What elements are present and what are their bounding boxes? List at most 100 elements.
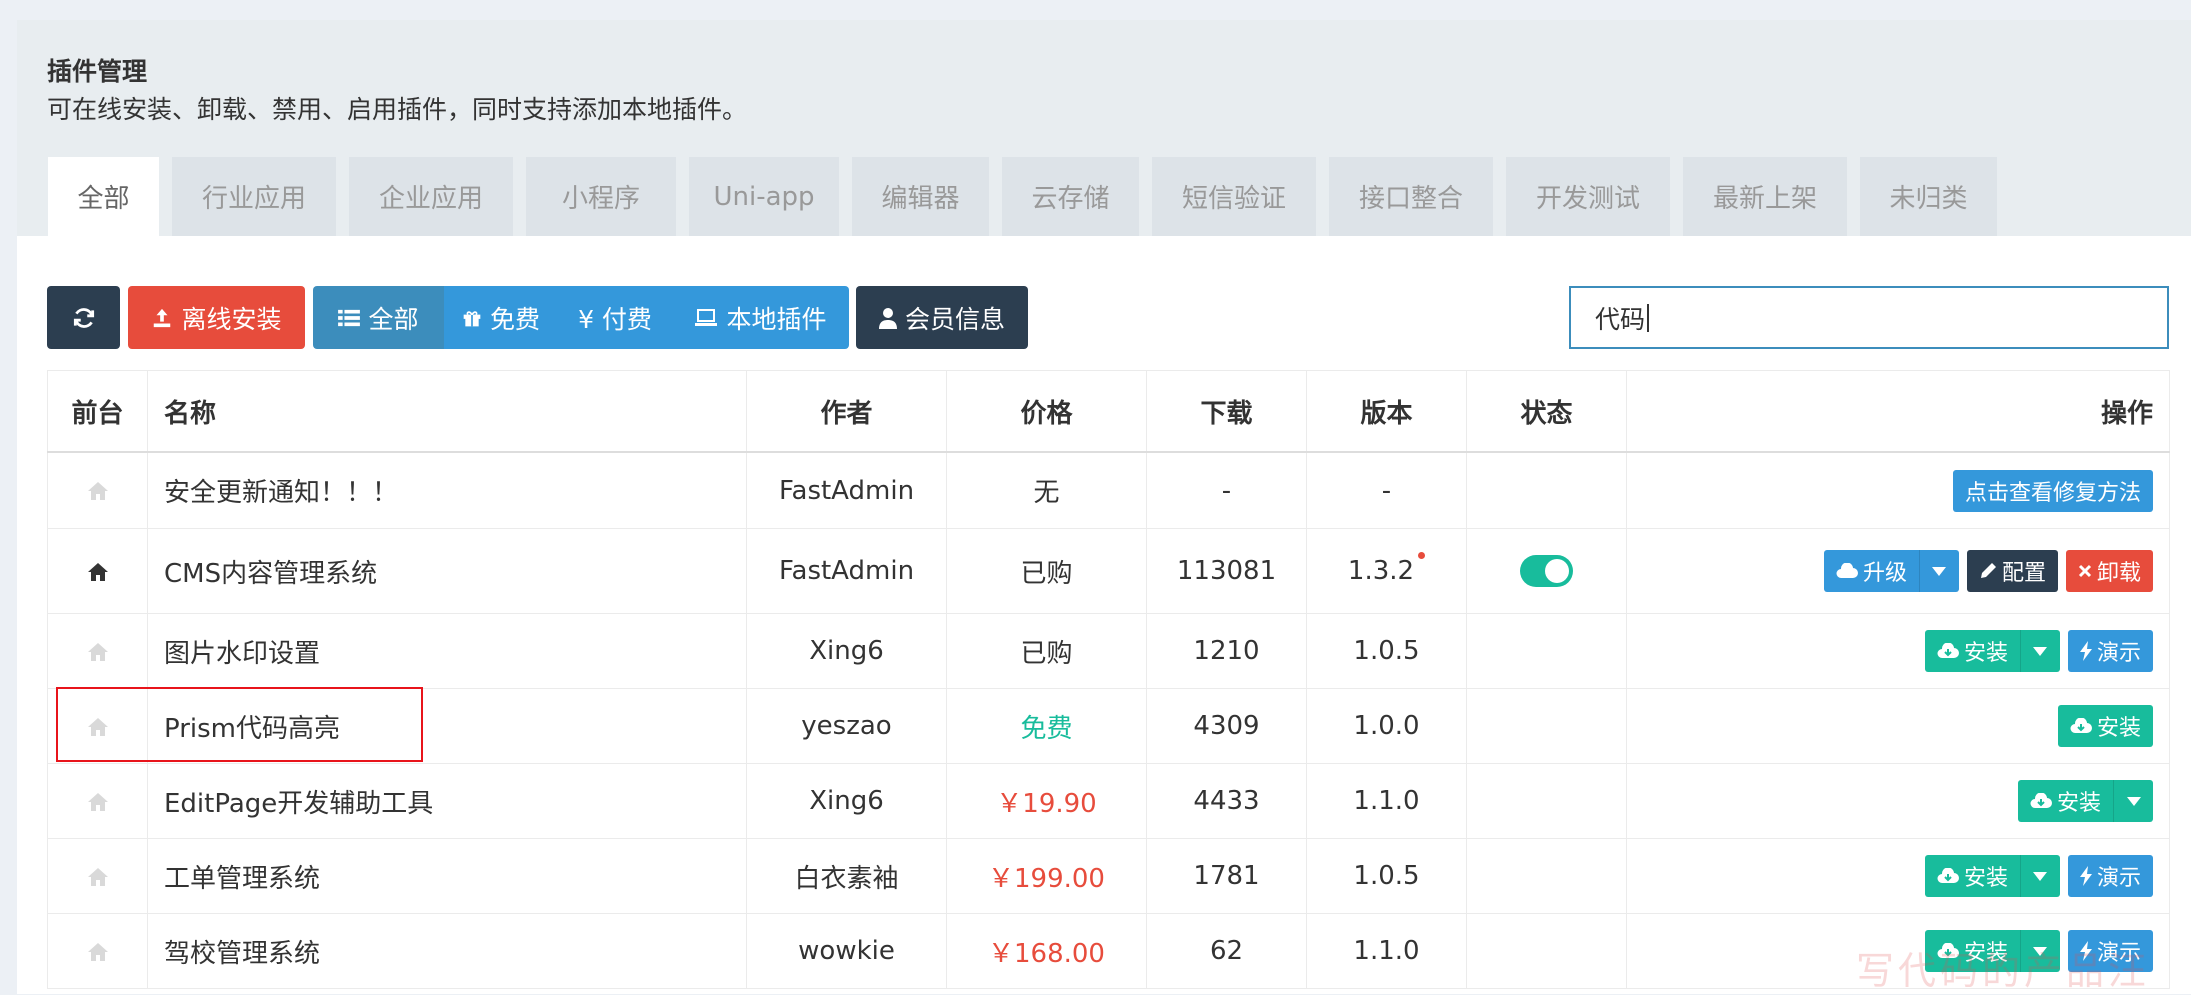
plugin-version: 1.3.2 (1347, 556, 1415, 586)
filter-all-button[interactable]: 全部 (313, 286, 444, 349)
tab-industry[interactable]: 行业应用 (172, 157, 336, 236)
col-header-frontend[interactable]: 前台 (47, 370, 148, 453)
tab-cloud-storage[interactable]: 云存储 (1002, 157, 1139, 236)
filter-free-button[interactable]: 免费 (444, 286, 558, 349)
toolbar: 离线安装 全部 免费 ¥ 付费 本地插件 会员信息 (47, 286, 1028, 349)
upgrade-split-button: 升级 (1823, 550, 1959, 592)
plugin-name[interactable]: 工单管理系统 (147, 838, 747, 914)
col-header-downloads[interactable]: 下载 (1146, 370, 1307, 453)
install-label: 安装 (1963, 641, 2008, 666)
plugin-author[interactable]: FastAdmin (746, 528, 947, 614)
plugin-author[interactable]: 白衣素袖 (746, 838, 947, 914)
tab-mini-program[interactable]: 小程序 (526, 157, 676, 236)
cloud-download-icon (1937, 643, 1959, 658)
plugin-status (1466, 688, 1627, 764)
plugin-price: ￥199.00 (946, 838, 1147, 914)
install-dropdown-toggle[interactable] (2019, 855, 2060, 897)
tab-uncategorized[interactable]: 未归类 (1860, 157, 1997, 236)
tab-all[interactable]: 全部 (48, 157, 159, 236)
plugin-author[interactable]: yeszao (746, 688, 947, 764)
demo-button[interactable]: 演示 (2067, 630, 2153, 672)
plugin-price: 已购 (946, 528, 1147, 614)
plugin-author[interactable]: Xing6 (746, 613, 947, 689)
home-icon[interactable] (87, 792, 109, 812)
col-header-author[interactable]: 作者 (746, 370, 947, 453)
plugin-downloads: - (1146, 451, 1307, 529)
table-row: 图片水印设置 Xing6 已购 1210 1.0.5 安装 演示 (47, 613, 2170, 689)
offline-install-label: 离线安装 (181, 304, 282, 334)
home-icon[interactable] (87, 942, 109, 962)
plugin-name[interactable]: 图片水印设置 (147, 613, 747, 689)
plugin-name[interactable]: 安全更新通知！！！ (147, 451, 747, 529)
col-header-status[interactable]: 状态 (1466, 370, 1627, 453)
install-button[interactable]: 安装 (2057, 705, 2153, 747)
plugin-status (1466, 528, 1627, 614)
laptop-icon (695, 308, 718, 326)
plugin-author[interactable]: wowkie (746, 913, 947, 989)
plugin-author[interactable]: Xing6 (746, 763, 947, 839)
plugin-downloads: 4309 (1146, 688, 1307, 764)
upgrade-button[interactable]: 升级 (1823, 550, 1919, 592)
plugin-version: 1.0.0 (1306, 688, 1467, 764)
plugin-name[interactable]: 驾校管理系统 (147, 913, 747, 989)
page-title: 插件管理 (47, 57, 148, 86)
plugin-status (1466, 613, 1627, 689)
tab-dev-test[interactable]: 开发测试 (1506, 157, 1670, 236)
config-button[interactable]: 配置 (1966, 550, 2058, 592)
uninstall-button[interactable]: 卸载 (2065, 550, 2153, 592)
filter-local-button[interactable]: 本地插件 (672, 286, 849, 349)
home-icon[interactable] (87, 481, 109, 501)
frontend-cell (47, 528, 148, 614)
caret-down-icon (1932, 566, 1947, 576)
refresh-button[interactable] (47, 286, 120, 349)
demo-button[interactable]: 演示 (2067, 855, 2153, 897)
frontend-cell (47, 913, 148, 989)
frontend-cell (47, 838, 148, 914)
tab-uni-app[interactable]: Uni-app (689, 157, 839, 236)
search-input[interactable]: 代码 (1569, 286, 2169, 349)
category-tabs: 全部 行业应用 企业应用 小程序 Uni-app 编辑器 云存储 短信验证 接口… (48, 157, 2010, 236)
install-button[interactable]: 安装 (2017, 780, 2113, 822)
tab-newest[interactable]: 最新上架 (1683, 157, 1847, 236)
install-dropdown-toggle[interactable] (2019, 630, 2060, 672)
tab-api[interactable]: 接口整合 (1329, 157, 1493, 236)
uninstall-label: 卸载 (2096, 561, 2141, 586)
plugin-price: ￥19.90 (946, 763, 1147, 839)
tab-enterprise[interactable]: 企业应用 (349, 157, 513, 236)
col-header-name[interactable]: 名称 (147, 370, 747, 453)
config-label: 配置 (2001, 561, 2046, 586)
col-header-version[interactable]: 版本 (1306, 370, 1467, 453)
view-fix-button[interactable]: 点击查看修复方法 (1952, 469, 2153, 512)
filter-paid-button[interactable]: ¥ 付费 (558, 286, 672, 349)
plugin-downloads: 62 (1146, 913, 1307, 989)
home-icon[interactable] (87, 867, 109, 887)
member-info-button[interactable]: 会员信息 (856, 286, 1028, 349)
plugin-author[interactable]: FastAdmin (746, 451, 947, 529)
actions-cell: 点击查看修复方法 (1626, 451, 2170, 529)
tab-editor[interactable]: 编辑器 (852, 157, 989, 236)
panel-heading: 插件管理 可在线安装、卸载、禁用、启用插件，同时支持添加本地插件。 全部 行业应… (17, 20, 2191, 236)
caret-down-icon (2033, 646, 2048, 656)
frontend-cell (47, 763, 148, 839)
col-header-actions[interactable]: 操作 (1626, 370, 2170, 453)
install-button[interactable]: 安装 (1924, 630, 2020, 672)
plugin-version: 1.1.0 (1306, 763, 1467, 839)
actions-cell: 安装 演示 (1626, 613, 2170, 689)
upgrade-dropdown-toggle[interactable] (1918, 550, 1959, 592)
plugin-name[interactable]: CMS内容管理系统 (147, 528, 747, 614)
table-row: 工单管理系统 白衣素袖 ￥199.00 1781 1.0.5 安装 演示 (47, 838, 2170, 914)
plugin-status (1466, 838, 1627, 914)
frontend-cell (47, 613, 148, 689)
install-dropdown-toggle[interactable] (2113, 780, 2153, 822)
home-icon[interactable] (87, 642, 109, 662)
page-description: 可在线安装、卸载、禁用、启用插件，同时支持添加本地插件。 (47, 95, 748, 124)
status-toggle[interactable] (1520, 555, 1573, 587)
home-icon[interactable] (87, 562, 109, 582)
col-header-price[interactable]: 价格 (946, 370, 1147, 453)
plugin-name[interactable]: EditPage开发辅助工具 (147, 763, 747, 839)
offline-install-button[interactable]: 离线安装 (128, 286, 305, 349)
plugin-downloads: 113081 (1146, 528, 1307, 614)
close-icon (2078, 564, 2092, 578)
install-button[interactable]: 安装 (1924, 855, 2020, 897)
tab-sms[interactable]: 短信验证 (1152, 157, 1316, 236)
